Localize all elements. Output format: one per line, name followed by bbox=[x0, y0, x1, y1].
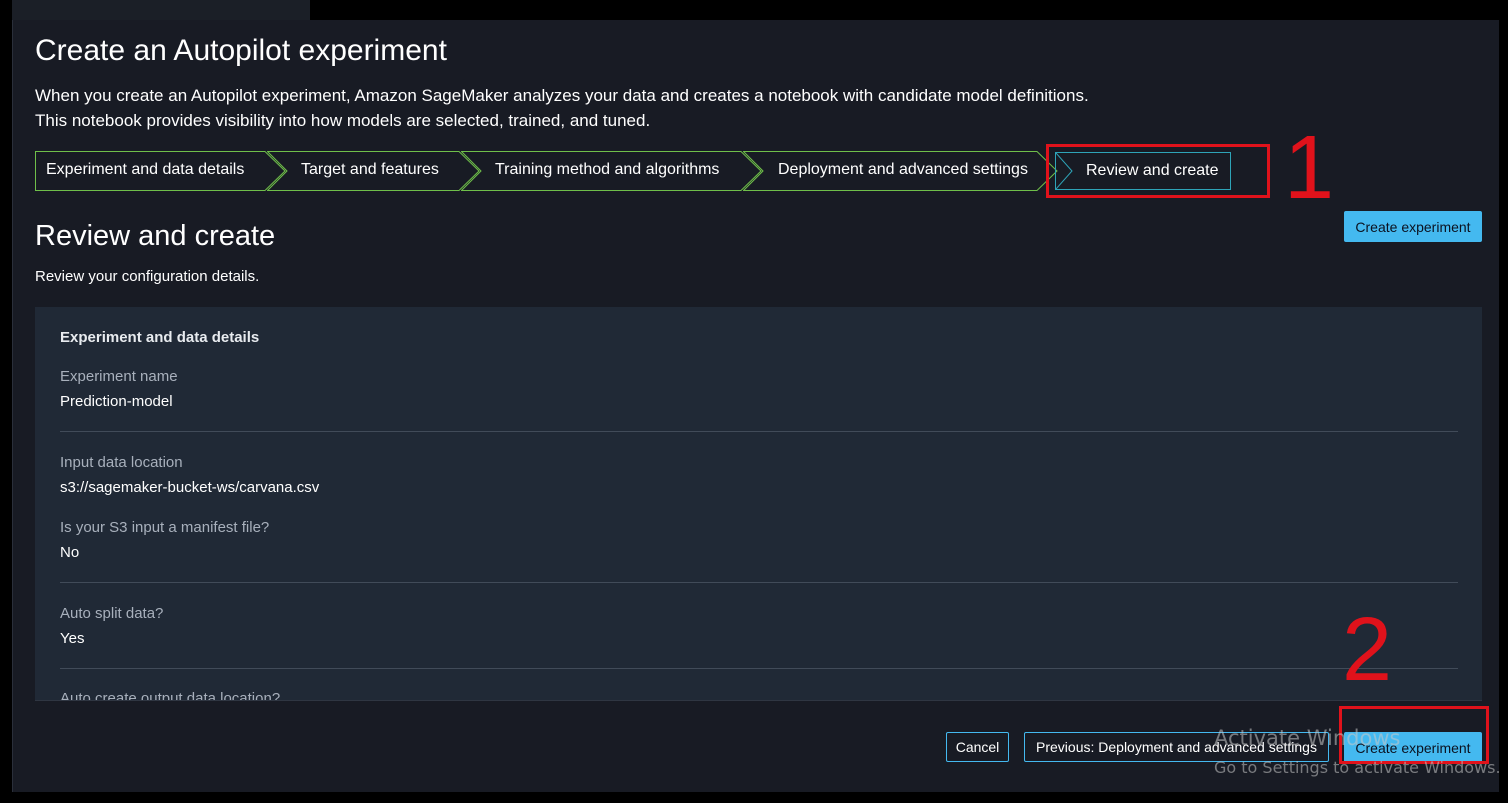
description-line-2: This notebook provides visibility into h… bbox=[35, 111, 651, 130]
step-label: Training method and algorithms bbox=[495, 161, 720, 178]
annotation-number-1: 1 bbox=[1284, 118, 1335, 218]
step-target-and-features[interactable]: Target and features bbox=[267, 151, 480, 191]
input-data-location-value: s3://sagemaker-bucket-ws/carvana.csv bbox=[60, 479, 320, 496]
step-experiment-and-data-details[interactable]: Experiment and data details bbox=[35, 151, 286, 191]
page-description: When you create an Autopilot experiment,… bbox=[35, 83, 1089, 133]
step-training-method-and-algorithms[interactable]: Training method and algorithms bbox=[461, 151, 762, 191]
manifest-file-label: Is your S3 input a manifest file? bbox=[60, 519, 270, 536]
review-panel[interactable]: Experiment and data details Experiment n… bbox=[35, 307, 1482, 700]
panel-title: Experiment and data details bbox=[60, 329, 260, 346]
page-title: Create an Autopilot experiment bbox=[35, 34, 447, 67]
auto-split-value: Yes bbox=[60, 630, 85, 647]
step-label: Experiment and data details bbox=[46, 161, 245, 178]
annotation-box-1 bbox=[1046, 144, 1270, 198]
step-label: Target and features bbox=[301, 161, 439, 178]
section-heading: Review and create bbox=[35, 220, 276, 252]
divider bbox=[60, 668, 1458, 669]
divider bbox=[60, 431, 1458, 432]
cancel-button[interactable]: Cancel bbox=[946, 732, 1009, 762]
activation-watermark-title: Activate Windows bbox=[1214, 726, 1401, 750]
footer-divider bbox=[35, 700, 1482, 701]
divider bbox=[60, 582, 1458, 583]
description-line-1: When you create an Autopilot experiment,… bbox=[35, 86, 1089, 105]
annotation-number-2: 2 bbox=[1342, 600, 1393, 700]
experiment-name-value: Prediction-model bbox=[60, 393, 173, 410]
section-subheading: Review your configuration details. bbox=[35, 268, 260, 285]
manifest-file-value: No bbox=[60, 544, 80, 561]
auto-split-label: Auto split data? bbox=[60, 605, 164, 622]
input-data-location-label: Input data location bbox=[60, 454, 183, 471]
activation-watermark-subtitle: Go to Settings to activate Windows. bbox=[1214, 758, 1501, 777]
create-experiment-button-top[interactable]: Create experiment bbox=[1344, 211, 1482, 242]
step-label: Deployment and advanced settings bbox=[778, 161, 1028, 178]
window-tab bbox=[12, 0, 310, 20]
experiment-name-label: Experiment name bbox=[60, 368, 178, 385]
step-deployment-and-advanced-settings[interactable]: Deployment and advanced settings bbox=[743, 151, 1058, 191]
auto-create-output-label: Auto create output data location? bbox=[60, 690, 281, 700]
